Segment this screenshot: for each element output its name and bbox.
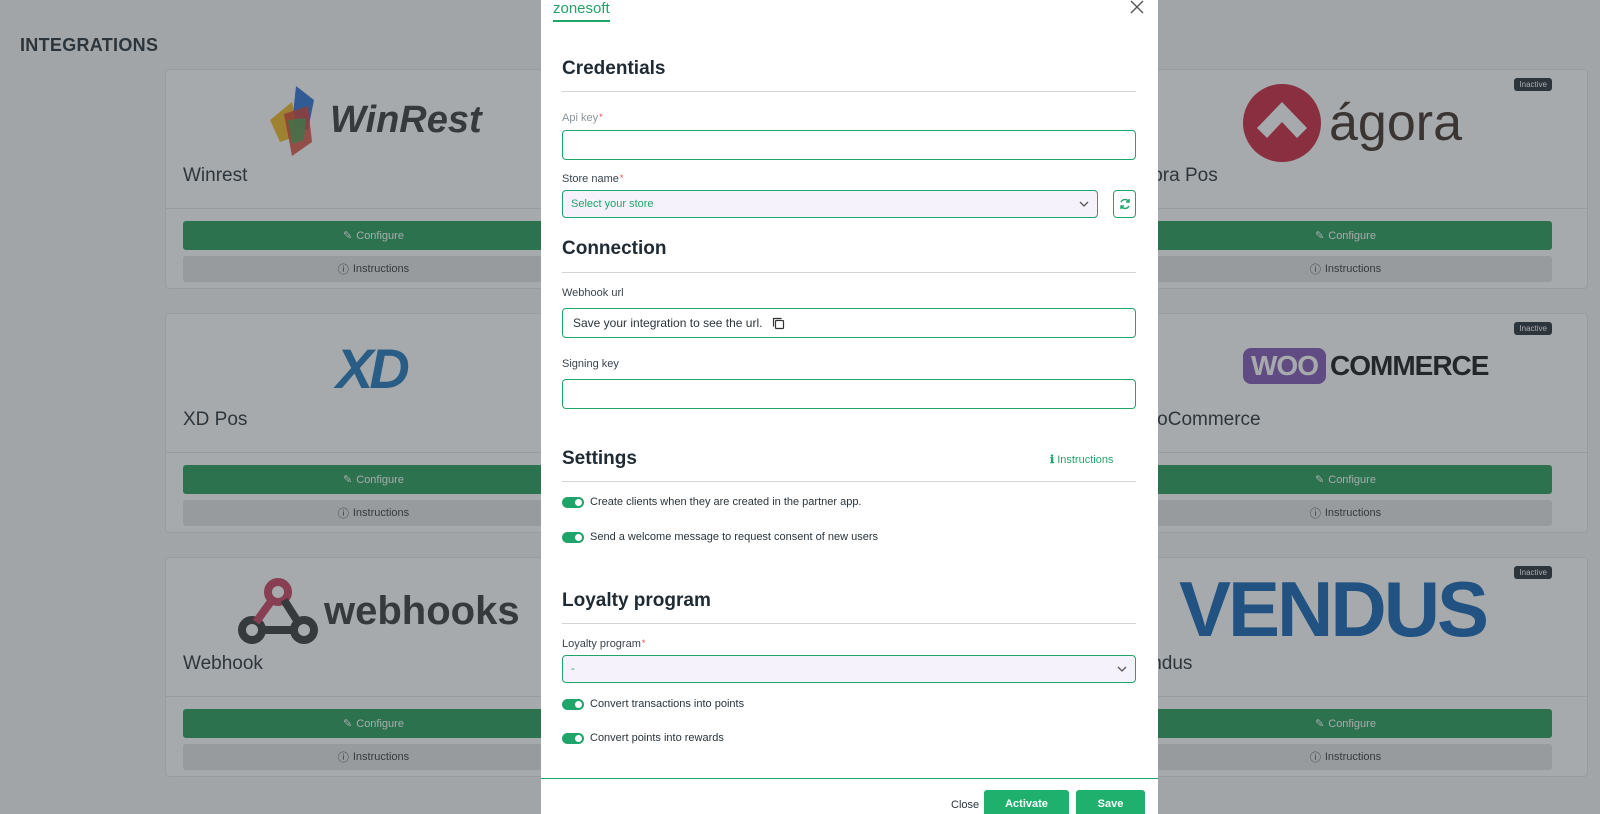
- welcome-message-toggle-row: Send a welcome message to request consen…: [562, 531, 878, 543]
- tab-zonesoft[interactable]: zonesoft: [553, 0, 610, 22]
- create-clients-toggle[interactable]: [562, 496, 584, 508]
- webhook-url-field: Save your integration to see the url.: [562, 308, 1136, 338]
- close-button[interactable]: Close: [951, 799, 979, 811]
- loyalty-program-select[interactable]: -: [562, 655, 1136, 683]
- info-icon: ℹ: [1050, 454, 1055, 466]
- welcome-message-toggle[interactable]: [562, 531, 584, 543]
- refresh-stores-button[interactable]: [1113, 190, 1136, 218]
- signing-key-label: Signing key: [562, 358, 619, 370]
- activate-button[interactable]: Activate: [984, 790, 1069, 814]
- store-name-label: Store name*: [562, 173, 624, 185]
- credentials-title: Credentials: [562, 58, 666, 79]
- refresh-icon: [1119, 198, 1130, 210]
- store-select[interactable]: Select your store: [562, 190, 1098, 218]
- webhook-url-label: Webhook url: [562, 287, 624, 299]
- settings-title: Settings: [562, 448, 637, 469]
- convert-rewards-toggle[interactable]: [562, 732, 584, 744]
- connection-title: Connection: [562, 238, 667, 259]
- signing-key-input[interactable]: [562, 379, 1136, 409]
- api-key-input[interactable]: [562, 130, 1136, 160]
- chevron-down-icon: [1117, 663, 1127, 675]
- rewards-toggle-row: Convert points into rewards: [562, 732, 724, 744]
- transactions-toggle-row: Convert transactions into points: [562, 698, 744, 710]
- convert-transactions-toggle[interactable]: [562, 698, 584, 710]
- chevron-down-icon: [1079, 198, 1089, 210]
- api-key-label: Api key*: [562, 112, 603, 124]
- loyalty-program-label: Loyalty program*: [562, 638, 646, 650]
- save-button[interactable]: Save: [1076, 790, 1145, 814]
- close-icon[interactable]: [1130, 0, 1146, 16]
- loyalty-title: Loyalty program: [562, 590, 711, 611]
- copy-icon[interactable]: [772, 317, 785, 330]
- create-clients-toggle-row: Create clients when they are created in …: [562, 496, 862, 508]
- integration-modal: zonesoft Credentials Api key* Store name…: [541, 0, 1158, 814]
- settings-instructions-link[interactable]: ℹ Instructions: [1050, 453, 1113, 467]
